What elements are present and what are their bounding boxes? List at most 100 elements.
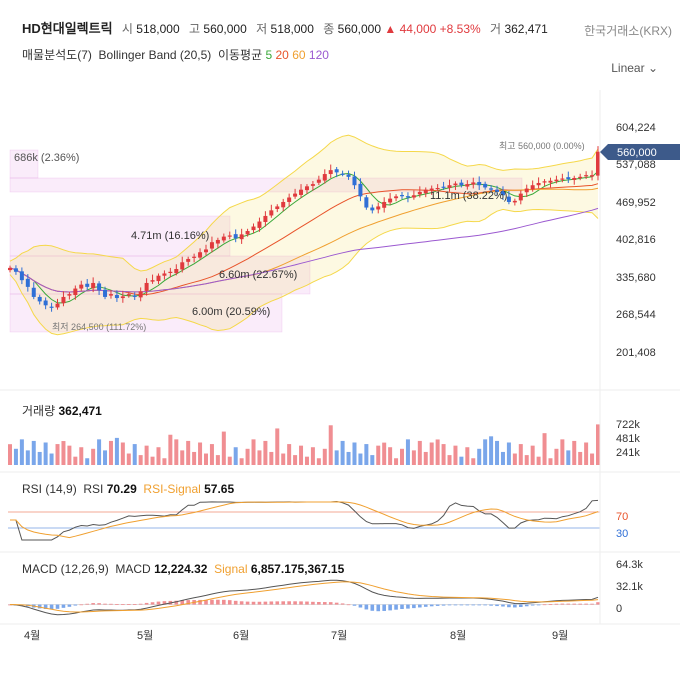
macd-name: MACD [115, 562, 151, 576]
macd-histogram-bar-74 [447, 604, 452, 606]
candle-body-16 [103, 289, 108, 297]
rsi-line [10, 499, 599, 541]
candle-body-61 [370, 207, 375, 211]
candle-body-89 [536, 182, 541, 186]
macd-histogram-bar-95 [572, 603, 577, 605]
volume-bar-13 [85, 458, 90, 465]
macd-histogram-bar-96 [578, 603, 582, 605]
volume-bar-6 [43, 442, 48, 465]
volume-bar-50 [304, 456, 309, 465]
macd-histogram-bar-56 [340, 603, 345, 605]
candle-body-13 [85, 283, 90, 287]
volume-bar-57 [346, 451, 351, 465]
candle-body-8 [55, 303, 60, 308]
volume-bar-84 [506, 442, 511, 465]
candle-body-80 [483, 183, 488, 188]
candle-body-58 [352, 176, 357, 186]
candle-body-1 [13, 268, 18, 272]
candle-body-96 [578, 176, 583, 179]
macd-histogram-bar-82 [495, 604, 499, 607]
candle-body-94 [566, 177, 571, 180]
x-tick-jul: 7월 [331, 629, 347, 642]
volume-bar-14 [91, 448, 96, 465]
macd-histogram-bar-14 [91, 603, 95, 605]
macd-histogram-bar-81 [489, 604, 493, 606]
candle-body-3 [25, 278, 30, 287]
y-tick-3: 402,816 [616, 234, 656, 246]
candle-body-92 [554, 179, 559, 182]
rsi-value: 70.29 [106, 482, 137, 496]
volume-bar-66 [400, 448, 404, 465]
candle-body-29 [180, 262, 185, 270]
volume-bar-54 [328, 425, 333, 465]
macd-histogram-bar-23 [144, 602, 149, 605]
candle-body-12 [79, 284, 84, 289]
vol-tick-2: 241k [616, 447, 640, 459]
candle-body-36 [221, 236, 226, 241]
volume-bar-93 [560, 439, 565, 465]
last-price-tag: 560,000 [600, 144, 680, 160]
volume-panel-title: 거래량 [22, 404, 56, 418]
macd-histogram-bar-72 [435, 604, 440, 606]
volume-bar-60 [364, 444, 369, 465]
macd-tick-0: 64.3k [616, 559, 643, 571]
macd-histogram-bar-51 [311, 601, 315, 605]
volume-bar-91 [548, 458, 553, 465]
volume-panel-label: 거래량 362,471 [22, 402, 102, 419]
candle-body-51 [310, 184, 315, 186]
candle-body-68 [411, 195, 416, 198]
volume-bar-95 [572, 440, 577, 465]
vol-tick-1: 481k [616, 433, 640, 445]
candle-body-26 [162, 273, 167, 276]
candle-body-19 [120, 296, 125, 299]
macd-histogram-bar-11 [73, 604, 78, 606]
rsi-panel-label: RSI (14,9) RSI 70.29 RSI-Signal 57.65 [22, 482, 234, 496]
macd-histogram-bar-88 [530, 604, 535, 606]
y-tick-1: 537,088 [616, 159, 656, 171]
macd-histogram-bar-78 [471, 604, 476, 606]
volume-bar-83 [500, 451, 505, 465]
macd-histogram-bar-9 [61, 604, 66, 608]
macd-histogram-bar-80 [483, 604, 487, 606]
volume-bar-68 [411, 450, 416, 465]
macd-histogram-bar-44 [269, 601, 274, 605]
rsi-tick-30: 30 [616, 528, 628, 540]
volume-panel-value: 362,471 [58, 404, 102, 418]
volume-bar-39 [239, 458, 244, 465]
candle-body-4 [31, 287, 36, 297]
macd-histogram-bar-36 [222, 599, 226, 605]
rsi-signal-value: 57.65 [204, 482, 235, 496]
high-annotation: 최고 560,000 (0.00%) [499, 141, 585, 151]
volume-bar-30 [186, 440, 191, 465]
candle-body-23 [144, 282, 149, 291]
candle-body-41 [251, 226, 256, 231]
volume-bar-65 [394, 458, 399, 465]
rsi-signal-line [10, 501, 599, 539]
macd-signal-line [9, 581, 599, 613]
macd-histogram-bar-8 [55, 604, 60, 609]
volume-bar-59 [358, 453, 363, 465]
macd-histogram-bar-84 [507, 604, 511, 608]
candle-body-76 [459, 182, 464, 186]
macd-histogram-bar-24 [150, 602, 155, 605]
volume-bar-75 [453, 445, 458, 465]
macd-histogram-bar-73 [441, 604, 446, 606]
macd-tick-1: 32.1k [616, 581, 643, 593]
volume-bar-79 [477, 448, 482, 465]
candle-body-95 [572, 177, 577, 180]
volume-bar-15 [97, 439, 102, 465]
volume-bar-81 [489, 436, 494, 465]
volume-bar-89 [536, 456, 541, 465]
macd-histogram-bar-65 [394, 604, 398, 610]
volume-bar-24 [150, 456, 155, 465]
macd-histogram-bar-34 [210, 599, 214, 605]
volume-bar-72 [435, 439, 440, 465]
macd-histogram-bar-38 [233, 600, 238, 605]
macd-histogram-bar-97 [584, 603, 588, 605]
candle-body-99 [596, 151, 600, 176]
volume-bar-23 [144, 445, 149, 465]
volume-bar-42 [257, 450, 262, 465]
candle-body-27 [168, 271, 173, 273]
rsi-signal-name: RSI-Signal [143, 482, 201, 496]
macd-histogram-bar-98 [590, 603, 594, 605]
